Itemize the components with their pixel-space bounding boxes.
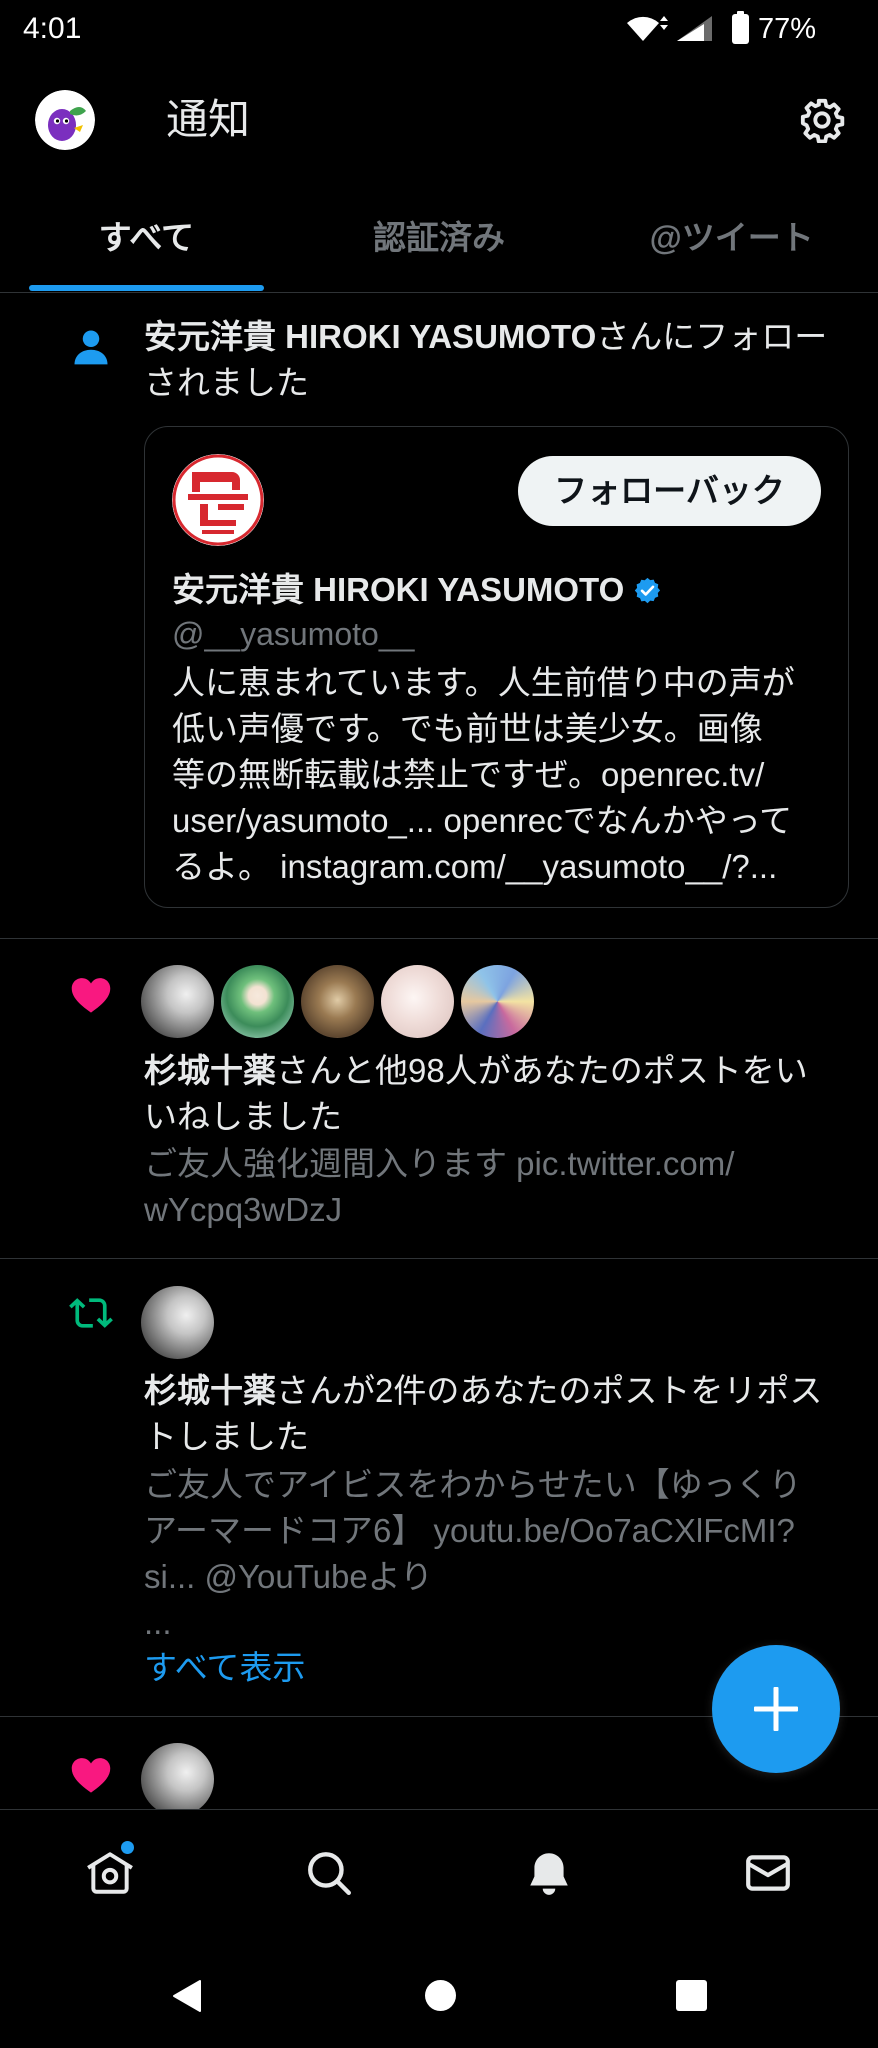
liker-avatar[interactable] [141,1743,214,1809]
tab-verified[interactable]: 認証済み [293,200,586,292]
liker-avatar[interactable] [461,965,534,1038]
liker-avatar[interactable] [141,965,214,1038]
tab-mentions[interactable]: @ツイート [585,200,878,292]
notification-message: さんと他98人があなたのポストをい [276,1052,808,1089]
bell-icon[interactable] [524,1848,574,1898]
signal-icon [674,14,714,42]
tab-all[interactable]: すべて [0,200,293,292]
notification-text: 杉城十薬さんと他98人があなたのポストをい いねしました [144,1048,864,1140]
home-circle-icon[interactable] [425,1980,456,2011]
follow-back-button[interactable]: フォローバック [518,456,821,526]
gear-icon[interactable] [799,97,845,143]
heart-icon [69,1753,113,1797]
tab-indicator [29,285,264,291]
profile-avatar[interactable] [35,90,95,150]
system-nav-bar [0,1939,878,2048]
card-display-name[interactable]: 安元洋貴 HIROKI YASUMOTO [172,568,662,612]
snippet-line: ご友人でアイビスをわからせたい【ゆっくり [144,1466,802,1503]
post-snippet: ご友人強化週間入ります pic.twitter.com/ wYcpq3wDzJ [144,1141,864,1233]
notification-text: 杉城十薬さんが2件のあなたのポストをリポス トしました [144,1368,864,1460]
notification-item[interactable]: 安元洋貴 HIROKI YASUMOTOさんにフォロー されました フォローバッ… [0,293,878,939]
snippet-line: wYcpq3wDzJ [144,1191,343,1228]
bottom-nav [0,1809,878,1939]
home-icon[interactable] [85,1848,135,1898]
card-bio: 人に恵まれています。人生前借り中の声が 低い声優です。でも前世は美少女。画像 等… [172,660,842,890]
heart-icon [69,973,113,1017]
notification-tabs: すべて 認証済み @ツイート [0,200,878,292]
back-icon[interactable] [172,1979,202,2013]
snippet-line: アーマードコア6】 youtu.be/Oo7aCXlFcMI? [144,1512,795,1549]
bio-line: user/yasumoto_... openrecでなんかやって [172,802,793,839]
snippet-line: ご友人強化週間入ります pic.twitter.com/ [144,1145,735,1182]
repost-icon [69,1291,113,1335]
liker-avatar[interactable] [301,965,374,1038]
wifi-icon [626,13,670,43]
verified-badge-icon [633,576,662,605]
actor-name[interactable]: 杉城十薬 [144,1052,276,1089]
notification-message: トしました [144,1418,309,1455]
notification-text: 安元洋貴 HIROKI YASUMOTOさんにフォロー されました [144,314,864,406]
liker-avatar[interactable] [381,965,454,1038]
battery-percent: 77% [758,13,817,45]
post-snippet: ご友人でアイビスをわからせたい【ゆっくり アーマードコア6】 youtu.be/… [144,1462,864,1646]
actor-name[interactable]: 安元洋貴 HIROKI YASUMOTO [144,318,596,355]
notification-message: さんが2件のあなたのポストをリポス [276,1372,823,1409]
tab-label: 認証済み [373,219,505,256]
snippet-line: ... [144,1604,172,1641]
profile-card[interactable]: フォローバック 安元洋貴 HIROKI YASUMOTO @__yasumoto… [144,426,849,908]
reposter-avatar[interactable] [141,1286,214,1359]
snippet-line: si... @YouTubeより [144,1558,434,1595]
notification-message: いねしました [144,1098,342,1135]
display-name-text: 安元洋貴 HIROKI YASUMOTO [172,571,625,608]
bio-line: 等の無断転載は禁止ですぜ。openrec.tv/ [172,756,765,793]
notification-message: さんにフォロー [596,318,828,355]
plus-icon [752,1685,800,1733]
notification-item[interactable]: 杉城十薬さんと他98人があなたのポストをい いねしました ご友人強化週間入ります… [0,939,878,1259]
bio-line: 低い声優です。でも前世は美少女。画像 [172,710,763,747]
tab-label: @ツイート [649,219,814,256]
person-icon [69,325,113,369]
actor-name[interactable]: 杉城十薬 [144,1372,276,1409]
notification-message: されました [144,364,309,401]
compose-button[interactable] [712,1645,840,1773]
new-content-dot [121,1841,134,1854]
tab-label: すべて [98,219,195,256]
battery-icon [731,11,750,45]
recents-icon[interactable] [676,1980,707,2011]
page-title: 通知 [166,96,251,143]
status-bar: 4:01 77% [0,0,878,58]
status-time: 4:01 [23,12,82,45]
card-handle: @__yasumoto__ [172,616,415,652]
notification-item[interactable]: 杉城十薬さんが2件のあなたのポストをリポス トしました ご友人でアイビスをわから… [0,1259,878,1717]
bio-line: 人に恵まれています。人生前借り中の声が [172,664,795,701]
mail-icon[interactable] [743,1848,793,1898]
liker-avatar[interactable] [221,965,294,1038]
search-icon[interactable] [304,1848,354,1898]
card-avatar[interactable] [172,454,264,546]
bio-line: るよ。 instagram.com/__yasumoto__/?... [172,848,778,885]
